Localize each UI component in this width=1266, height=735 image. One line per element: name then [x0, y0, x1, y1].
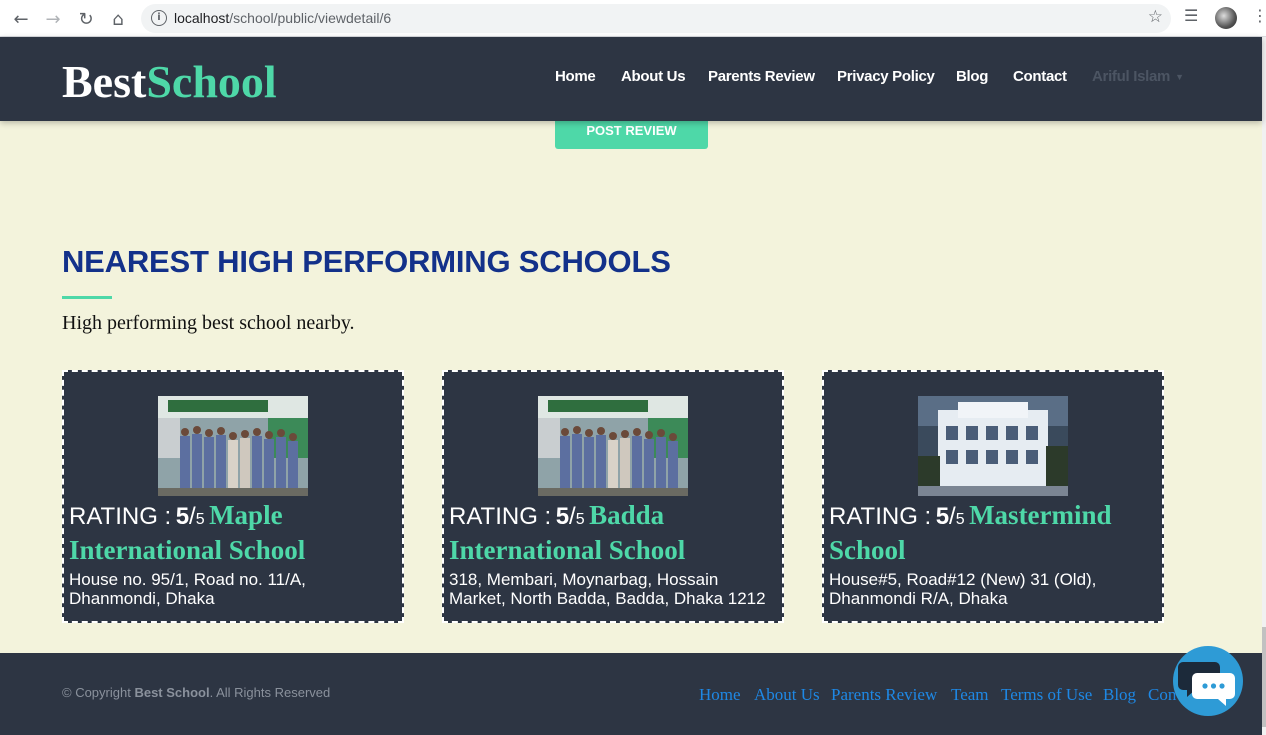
rating-slash: / — [189, 503, 196, 530]
scrollbar-thumb[interactable] — [1262, 627, 1266, 727]
site-header: BestSchool Home About Us Parents Review … — [0, 37, 1262, 121]
footer-link-team[interactable]: Team — [951, 685, 989, 705]
chat-widget-button[interactable] — [1173, 646, 1243, 716]
info-icon[interactable]: i — [151, 10, 167, 26]
url-text: localhost/school/public/viewdetail/6 — [174, 10, 391, 26]
nav-about-us[interactable]: About Us — [621, 68, 686, 85]
nav-home[interactable]: Home — [555, 68, 596, 85]
media-queue-icon[interactable]: ☰ — [1184, 6, 1198, 25]
title-underline — [62, 296, 112, 299]
rating-value: 5 — [935, 503, 950, 530]
rating-slash: / — [949, 503, 956, 530]
footer-link-blog[interactable]: Blog — [1103, 685, 1136, 705]
school-rating-heading: RATING : 5/5 Maple International School — [69, 500, 399, 570]
reload-icon[interactable]: ↻ — [74, 7, 98, 31]
footer-link-parents-review[interactable]: Parents Review — [831, 685, 937, 705]
nav-parents-review[interactable]: Parents Review — [708, 68, 815, 85]
user-name: Ariful Islam — [1092, 68, 1171, 85]
rating-max: 5 — [575, 511, 585, 528]
school-rating-heading: RATING : 5/5 Badda International School — [449, 500, 779, 570]
address-bar[interactable]: i localhost/school/public/viewdetail/6 ☆ — [141, 4, 1171, 33]
menu-kebab-icon[interactable]: ⋮ — [1252, 6, 1266, 25]
brand-part-best: Best — [62, 56, 147, 107]
school-card[interactable]: RATING : 5/5 Mastermind School House#5, … — [822, 370, 1164, 623]
url-host: localhost — [174, 10, 230, 26]
copyright-suffix: . All Rights Reserved — [209, 685, 331, 700]
user-menu-dropdown[interactable]: Ariful Islam ▼ — [1092, 68, 1184, 85]
forward-arrow-icon[interactable]: → — [41, 7, 65, 31]
copyright-text: © Copyright Best School. All Rights Rese… — [62, 685, 330, 700]
school-card[interactable]: RATING : 5/5 Maple International School … — [62, 370, 404, 623]
copyright-prefix: © Copyright — [62, 685, 131, 700]
home-icon[interactable]: ⌂ — [106, 7, 130, 31]
school-photo[interactable] — [918, 396, 1068, 496]
footer-link-terms-of-use[interactable]: Terms of Use — [1001, 685, 1092, 705]
rating-slash: / — [569, 503, 576, 530]
school-address: House#5, Road#12 (New) 31 (Old), Dhanmon… — [829, 570, 1097, 608]
footer-link-home[interactable]: Home — [699, 685, 741, 705]
footer-link-about-us[interactable]: About Us — [754, 685, 820, 705]
rating-value: 5 — [555, 503, 570, 530]
url-path: /school/public/viewdetail/6 — [229, 10, 392, 26]
back-arrow-icon[interactable]: ← — [9, 7, 33, 31]
rating-max: 5 — [195, 511, 205, 528]
rating-label: RATING : — [829, 503, 932, 530]
school-photo[interactable] — [158, 396, 308, 496]
brand-part-school: School — [146, 56, 277, 107]
copyright-brand: Best School — [134, 685, 210, 700]
rating-label: RATING : — [449, 503, 552, 530]
school-card[interactable]: RATING : 5/5 Badda International School … — [442, 370, 784, 623]
nav-privacy-policy[interactable]: Privacy Policy — [837, 68, 935, 85]
school-address: House no. 95/1, Road no. 11/A, Dhanmondi… — [69, 570, 306, 608]
nav-contact[interactable]: Contact — [1013, 68, 1067, 85]
brand-logo[interactable]: BestSchool — [62, 55, 277, 109]
chat-icon — [1178, 662, 1235, 706]
rating-value: 5 — [175, 503, 190, 530]
school-rating-heading: RATING : 5/5 Mastermind School — [829, 500, 1159, 570]
rating-label: RATING : — [69, 503, 172, 530]
school-address: 318, Membari, Moynarbag, Hossain Market,… — [449, 570, 766, 608]
bookmark-star-icon[interactable]: ☆ — [1148, 7, 1163, 27]
school-photo[interactable] — [538, 396, 688, 496]
caret-down-icon: ▼ — [1175, 72, 1184, 83]
section-subtitle: High performing best school nearby. — [62, 312, 355, 334]
rating-max: 5 — [955, 511, 965, 528]
profile-avatar[interactable] — [1215, 7, 1237, 29]
page-scrollbar[interactable] — [1262, 37, 1266, 735]
section-title: NEAREST HIGH PERFORMING SCHOOLS — [62, 244, 671, 279]
nav-blog[interactable]: Blog — [956, 68, 988, 85]
browser-toolbar: ← → ↻ ⌂ i localhost/school/public/viewde… — [0, 0, 1266, 37]
site-footer: © Copyright Best School. All Rights Rese… — [0, 653, 1262, 735]
